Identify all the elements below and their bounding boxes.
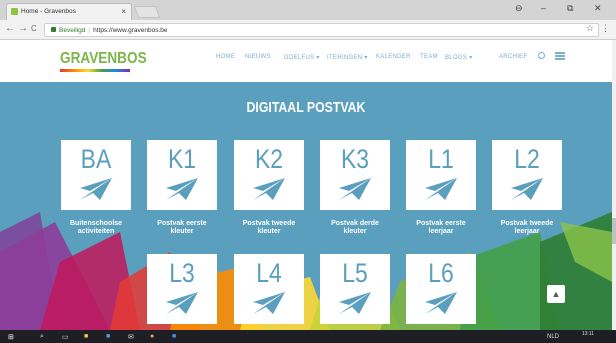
page-title: DIGITAAL POSTVAK [246, 99, 366, 116]
windows-start-icon[interactable]: ⊞ [8, 333, 14, 341]
label-line: activiteiten [77, 228, 115, 235]
postvak-tile-l3[interactable]: L3 [147, 254, 217, 324]
task-view-icon[interactable]: ▭ [62, 333, 69, 341]
paper-plane-icon [339, 178, 371, 200]
clock-time: 13:11 [581, 331, 594, 337]
label-line: kleuter [170, 228, 194, 235]
paper-plane-icon [425, 292, 457, 314]
search-icon[interactable]: ⌕ [40, 333, 44, 341]
bookmark-star-icon[interactable]: ☆ [586, 23, 594, 34]
search-icon[interactable] [538, 52, 545, 59]
nav-team[interactable]: TEAM [420, 54, 438, 60]
paper-plane-icon [80, 178, 112, 200]
label-line: Postvak eerste [157, 220, 207, 227]
paper-plane-icon [253, 292, 285, 314]
postvak-tile-l4[interactable]: L4 [234, 254, 304, 324]
nav-home[interactable]: HOME [216, 54, 235, 60]
language-indicator[interactable]: NLD [547, 334, 559, 340]
postvak-tile-l5[interactable]: L5 [320, 254, 390, 324]
nav-blogs[interactable]: BLOGS ▾ [445, 54, 472, 61]
address-separator: | [88, 27, 91, 34]
tile-label-k3: Postvak derde kleuter [313, 220, 397, 236]
tab-close-icon[interactable]: × [121, 7, 126, 16]
nav-archief[interactable]: ARCHIEF [499, 54, 527, 60]
paper-plane-icon [253, 178, 285, 200]
paper-plane-icon [511, 178, 543, 200]
postvak-tile-l1[interactable]: L1 [406, 140, 476, 210]
site-header: GRAVENBOS HOME NIEUWS DOELFUS ▾ ITERINGE… [0, 40, 612, 82]
label-line: kleuter [257, 228, 281, 235]
nav-doelfus[interactable]: DOELFUS ▾ [284, 54, 320, 61]
paper-plane-icon [339, 292, 371, 314]
label-line: leerjaar [514, 228, 540, 235]
tile-code: L1 [428, 144, 454, 174]
postvak-tile-k3[interactable]: K3 [320, 140, 390, 210]
tile-code: K3 [340, 144, 370, 174]
maximize-button[interactable]: ⧉ [567, 3, 573, 14]
postvak-tile-l2[interactable]: L2 [492, 140, 562, 210]
forward-button[interactable]: → [18, 23, 28, 34]
label-line: Buitenschoolse [69, 220, 123, 227]
tile-label-l1: Postvak eerste leerjaar [399, 220, 483, 236]
back-button[interactable]: ← [5, 23, 15, 34]
tile-code: BA [80, 144, 112, 174]
tile-label-l2: Postvak tweede leerjaar [485, 220, 569, 236]
label-line: Postvak derde [331, 220, 379, 227]
browser-tab-bar: Home - Gravenbos × ⊖ – ⧉ ✕ [0, 0, 616, 20]
windows-taskbar: ⊞ ⌕ ▭ ■ ■ ✉ ● ■ NLD 13:11 [0, 330, 616, 343]
paper-plane-icon [166, 178, 198, 200]
tile-code: L5 [342, 258, 368, 288]
label-line: Postvak tweede [242, 220, 296, 227]
tile-code: K2 [254, 144, 284, 174]
file-explorer-icon[interactable]: ■ [84, 333, 88, 340]
browser-tab[interactable]: Home - Gravenbos × [6, 3, 132, 20]
logo-stripe [60, 69, 130, 72]
main-content: DIGITAAL POSTVAK BA K1 K2 K3 L1 L2 Buite… [0, 82, 612, 330]
label-line: kleuter [343, 228, 367, 235]
outlook-icon[interactable]: ■ [172, 333, 176, 340]
tile-code: L6 [428, 258, 454, 288]
label-line: leerjaar [428, 228, 454, 235]
close-window-button[interactable]: ✕ [594, 3, 602, 14]
page-scrollbar[interactable] [612, 40, 616, 330]
url-text: https://www.gravenbos.be [93, 27, 168, 34]
address-bar[interactable]: Beveiligd | https://www.gravenbos.be [44, 23, 599, 37]
minimize-button[interactable]: – [541, 3, 546, 13]
nav-kalender[interactable]: KALENDER [376, 54, 411, 60]
lock-icon [51, 27, 56, 32]
scroll-to-top-button[interactable]: ▲ [547, 285, 565, 303]
tile-code: L2 [514, 144, 540, 174]
postvak-tile-ba[interactable]: BA [61, 140, 131, 210]
favicon-icon [11, 8, 18, 15]
postvak-tile-k1[interactable]: K1 [147, 140, 217, 210]
tab-title: Home - Gravenbos [21, 8, 76, 15]
tile-label-ba: Buitenschoolse activiteiten [54, 220, 138, 236]
scrollbar-thumb[interactable] [612, 218, 616, 244]
nav-nieuws[interactable]: NIEUWS [245, 54, 271, 60]
tile-code: K1 [167, 144, 197, 174]
postvak-tile-l6[interactable]: L6 [406, 254, 476, 324]
label-line: Postvak tweede [500, 220, 554, 227]
paper-plane-icon [425, 178, 457, 200]
clock[interactable]: 13:11 [582, 331, 594, 337]
tile-label-k2: Postvak tweede kleuter [227, 220, 311, 236]
label-line: Postvak eerste [416, 220, 466, 227]
tile-code: L3 [169, 258, 195, 288]
reload-button[interactable]: C [31, 24, 37, 33]
profile-icon[interactable]: ⊖ [515, 3, 523, 14]
browser-menu-icon[interactable]: ⋮ [601, 23, 610, 34]
paper-plane-icon [166, 292, 198, 314]
tile-label-k1: Postvak eerste kleuter [140, 220, 224, 236]
store-icon[interactable]: ■ [106, 333, 110, 340]
browser-toolbar: ← → C Beveiligd | https://www.gravenbos.be… [0, 20, 616, 40]
postvak-tile-k2[interactable]: K2 [234, 140, 304, 210]
nav-iteringen[interactable]: ITERINGEN ▾ [327, 54, 368, 61]
hamburger-menu-icon[interactable] [555, 52, 565, 60]
secure-label: Beveiligd [59, 27, 86, 34]
site-logo[interactable]: GRAVENBOS [60, 50, 147, 68]
mail-icon[interactable]: ✉ [128, 333, 134, 341]
tile-code: L4 [256, 258, 282, 288]
new-tab-button[interactable] [133, 6, 161, 18]
chrome-icon[interactable]: ● [150, 333, 154, 340]
